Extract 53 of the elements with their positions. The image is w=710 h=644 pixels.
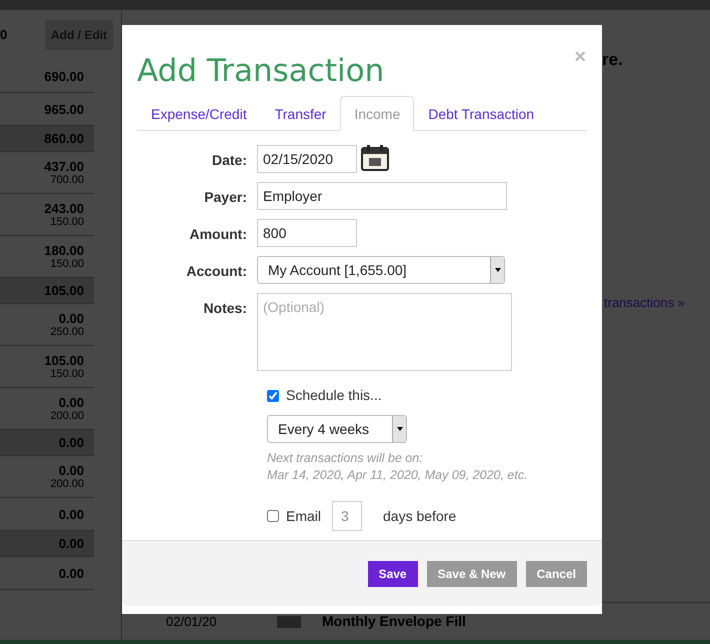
email-checkbox[interactable]	[267, 510, 279, 522]
date-text: 02/01/20	[166, 612, 218, 631]
amount-text: 0.00	[58, 506, 84, 522]
amount-text: 965.00	[44, 102, 84, 116]
field-label: Account:	[185, 262, 248, 281]
amount-text: 105.00	[44, 352, 84, 368]
notes-field[interactable]: (Optional)	[257, 293, 512, 371]
amount-text: 0.00	[58, 462, 84, 478]
date-field[interactable]: 02/15/2020	[257, 145, 357, 173]
amount-text: 437.00	[44, 158, 84, 174]
budget-text: 150.00	[50, 258, 84, 270]
field-label: Payer:	[203, 188, 248, 207]
amount-text: 0.00	[58, 435, 84, 450]
amount-text: 0.00	[58, 310, 84, 326]
schedule-note: Next transactions will be on:	[267, 450, 424, 467]
amount-field[interactable]: 800	[257, 219, 357, 247]
field-label: Date:	[210, 151, 248, 170]
days-label: days before	[383, 506, 456, 526]
budget-text: 200.00	[50, 410, 84, 422]
amount-text: 690.00	[44, 68, 84, 84]
schedule-checkbox[interactable]	[267, 390, 279, 402]
budget-text: 150.00	[50, 216, 84, 228]
tab[interactable]: Expense/Credit	[137, 96, 261, 131]
budget-text: 150.00	[50, 368, 84, 380]
schedule-note: Mar 14, 2020, Apr 11, 2020, May 09, 2020, etc.	[267, 467, 529, 484]
amount-text: 180.00	[44, 242, 84, 258]
days-field[interactable]: 3	[332, 501, 362, 531]
budget-text: 200.00	[50, 478, 84, 490]
save-button[interactable]: Save	[368, 560, 418, 586]
calendar-icon[interactable]	[361, 145, 389, 171]
tab[interactable]: Debt Transaction	[414, 96, 548, 131]
amount-text: 243.00	[44, 200, 84, 216]
field-label: Amount:	[188, 225, 248, 244]
budget-text: 700.00	[50, 174, 84, 186]
field-label: Notes:	[202, 299, 248, 318]
tab[interactable]: Transfer	[260, 96, 340, 131]
caret-icon	[392, 416, 406, 442]
frequency-select[interactable]: Every 4 weeks	[267, 415, 407, 443]
amount-text: 860.00	[44, 131, 84, 146]
checkbox-label: Schedule this...	[286, 386, 382, 405]
amount-text: 0.00	[58, 566, 84, 580]
amount-text: 0.00	[58, 536, 84, 551]
budget-text: 250.00	[50, 326, 84, 338]
caret-icon	[490, 257, 504, 283]
amount-text: 0.00	[58, 394, 84, 410]
transaction-title: Monthly Envelope Fill	[322, 612, 466, 631]
payer-field[interactable]: Employer	[257, 182, 507, 210]
checkbox-label: Email	[286, 506, 322, 526]
header-value: 0	[0, 26, 8, 44]
modal-title: Add Transaction	[137, 52, 384, 91]
account-select[interactable]: My Account [1,655.00]	[257, 256, 505, 284]
heading-text: re.	[602, 49, 624, 71]
amount-text: 105.00	[44, 283, 84, 298]
